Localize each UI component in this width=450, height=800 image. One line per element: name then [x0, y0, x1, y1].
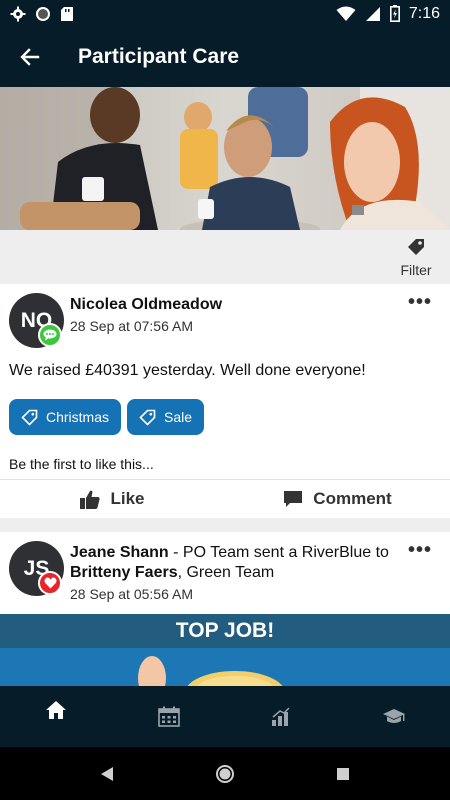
- tag-label: Sale: [164, 409, 193, 425]
- post-timestamp: 28 Sep at 07:56 AM: [70, 318, 193, 334]
- signal-icon: [365, 6, 380, 21]
- more-options-button[interactable]: •••: [408, 540, 432, 560]
- graduation-cap-icon: [382, 708, 405, 723]
- tag-icon: [139, 409, 156, 426]
- bottom-navigation: [0, 686, 450, 747]
- status-bar: 7:16: [0, 0, 450, 27]
- post-actions: Like Comment: [0, 479, 450, 518]
- post-recipient[interactable]: Britteny Faers: [70, 564, 178, 581]
- header-image: [0, 87, 450, 230]
- back-triangle-icon[interactable]: [100, 766, 114, 782]
- post-recipient-team: , Green Team: [177, 564, 275, 581]
- award-banner-header: TOP JOB!: [0, 614, 450, 648]
- nav-learning[interactable]: [338, 686, 450, 747]
- sd-card-icon: [61, 6, 73, 21]
- post-card: JS Jeane Shann - PO Team sent a RiverBlu…: [0, 532, 450, 614]
- app-bar: Participant Care: [0, 27, 450, 87]
- nav-stats[interactable]: [225, 686, 338, 747]
- comment-button[interactable]: Comment: [225, 480, 450, 518]
- page-title: Participant Care: [78, 45, 240, 68]
- post-author[interactable]: Nicolea Oldmeadow: [70, 296, 222, 314]
- arrow-left-icon: [20, 48, 40, 66]
- back-button[interactable]: [0, 27, 60, 87]
- more-options-button[interactable]: •••: [408, 292, 432, 312]
- comment-icon: [284, 491, 303, 507]
- award-title: TOP JOB!: [175, 619, 275, 642]
- gear-icon: [10, 6, 26, 21]
- tag-chip-christmas[interactable]: Christmas: [9, 399, 122, 435]
- post-timestamp: 28 Sep at 05:56 AM: [70, 586, 193, 602]
- award-illustration: [0, 648, 450, 686]
- thumbs-up-icon: [80, 490, 101, 509]
- comment-label: Comment: [313, 489, 392, 508]
- post-text: We raised £40391 yesterday. Well done ev…: [9, 362, 366, 379]
- nav-home[interactable]: [0, 686, 113, 747]
- post-action-text: - PO Team sent a RiverBlue to: [168, 544, 389, 561]
- filter-row: Filter: [0, 230, 450, 284]
- chart-icon: [272, 706, 290, 726]
- award-banner: TOP JOB!: [0, 614, 450, 686]
- post-card: NO Nicolea Oldmeadow 28 Sep at 07:56 AM …: [0, 284, 450, 518]
- tag-icon: [21, 409, 38, 426]
- home-icon: [46, 700, 67, 719]
- tag-icon: [408, 239, 424, 255]
- like-button[interactable]: Like: [0, 480, 225, 518]
- system-navigation-bar: [0, 747, 450, 800]
- battery-charging-icon: [389, 5, 400, 22]
- likes-summary[interactable]: Be the first to like this...: [9, 456, 154, 472]
- heart-icon: [38, 571, 62, 595]
- filter-button[interactable]: Filter: [398, 236, 434, 278]
- recents-square-icon[interactable]: [336, 767, 350, 781]
- circle-icon: [36, 6, 50, 21]
- status-time: 7:16: [408, 4, 440, 22]
- filter-label: Filter: [400, 262, 432, 278]
- tag-label: Christmas: [46, 409, 110, 425]
- post-headline: Jeane Shann - PO Team sent a RiverBlue t…: [70, 543, 410, 583]
- like-label: Like: [110, 489, 145, 508]
- calendar-icon: [157, 706, 180, 727]
- tag-chip-sale[interactable]: Sale: [127, 399, 205, 435]
- chat-bubble-icon: [38, 323, 62, 347]
- post-author[interactable]: Jeane Shann: [70, 544, 169, 561]
- wifi-icon: [336, 6, 356, 21]
- home-circle-icon[interactable]: [215, 764, 235, 784]
- nav-calendar[interactable]: [113, 686, 226, 747]
